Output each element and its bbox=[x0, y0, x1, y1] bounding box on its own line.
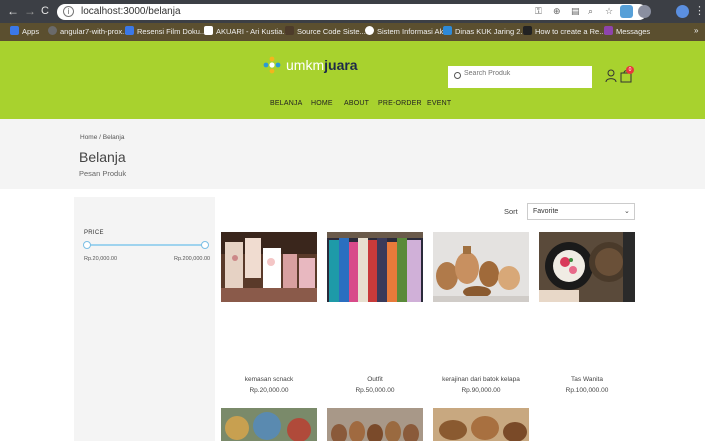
key-icon[interactable]: ⚿ bbox=[535, 6, 542, 17]
bookmark-item[interactable]: angular7-with-prox... bbox=[48, 26, 128, 36]
bookmark-item[interactable]: Dinas KUK Jaring 2... bbox=[443, 26, 527, 36]
address-bar[interactable]: i localhost:3000/belanja ⚿ ⊕ ▤ ⌕ ☆ bbox=[57, 4, 647, 20]
product-name[interactable]: kemasan scnack bbox=[211, 376, 327, 383]
nav-about[interactable]: ABOUT bbox=[344, 100, 369, 107]
site-favicon bbox=[443, 26, 452, 35]
site-favicon bbox=[48, 26, 57, 35]
sort-selected-value: Favorite bbox=[533, 208, 559, 215]
bookmark-item[interactable]: Apps bbox=[10, 26, 39, 36]
cart-count-badge: 0 bbox=[626, 66, 634, 74]
product-name[interactable]: kerajinan dari batok kelapa bbox=[423, 376, 539, 383]
price-max-value: Rp.200,000.00 bbox=[174, 256, 211, 262]
search-box[interactable] bbox=[448, 66, 592, 88]
product-card[interactable] bbox=[221, 408, 317, 441]
bookmark-label: Sistem Informasi Ak... bbox=[377, 27, 450, 36]
site-favicon bbox=[523, 26, 532, 35]
browser-toolbar: ← → C i localhost:3000/belanja ⚿ ⊕ ▤ ⌕ ☆… bbox=[0, 0, 705, 23]
page-heading: Home / Belanja Belanja Pesan Produk bbox=[0, 119, 705, 189]
browser-menu-icon[interactable]: ⋮ bbox=[694, 4, 705, 17]
bookmark-item[interactable]: Source Code Siste... bbox=[285, 26, 366, 36]
zoom-icon[interactable]: ⌕ bbox=[588, 6, 593, 17]
product-name[interactable]: Tas Wanita bbox=[529, 376, 645, 383]
product-price: Rp.90,000.00 bbox=[461, 387, 501, 394]
user-icon[interactable] bbox=[605, 69, 617, 83]
nav-pre-order[interactable]: PRE-ORDER bbox=[378, 100, 422, 107]
product-name[interactable]: Outfit bbox=[317, 376, 433, 383]
bookmark-label: AKUARI - Ari Kustia... bbox=[216, 27, 289, 36]
product-price: Rp.20,000.00 bbox=[249, 387, 289, 394]
site-favicon bbox=[125, 26, 134, 35]
price-max-handle[interactable] bbox=[201, 241, 209, 249]
bookmarks-bar: Apps angular7-with-prox... Resensi Film … bbox=[0, 23, 705, 41]
bookmark-item[interactable]: Messages bbox=[604, 26, 650, 36]
search-input[interactable] bbox=[464, 70, 584, 77]
bookmark-item[interactable]: Sistem Informasi Ak... bbox=[365, 26, 450, 36]
url-text: localhost:3000/belanja bbox=[81, 6, 181, 17]
extension-icon[interactable] bbox=[638, 5, 651, 18]
nav-event[interactable]: EVENT bbox=[427, 100, 451, 107]
site-favicon bbox=[204, 26, 213, 35]
bookmark-star-icon[interactable]: ☆ bbox=[605, 6, 613, 17]
bookmark-item[interactable]: How to create a Re... bbox=[523, 26, 605, 36]
nav-home[interactable]: HOME bbox=[311, 100, 333, 107]
product-image[interactable] bbox=[539, 232, 635, 302]
search-icon bbox=[454, 72, 461, 79]
product-image[interactable] bbox=[327, 408, 423, 441]
product-price: Rp.100,000.00 bbox=[565, 387, 609, 394]
site-header: umkmjuara 0 BELANJA HOME ABOUT PRE-ORDER… bbox=[0, 41, 705, 119]
logo-bold-text: juara bbox=[324, 57, 358, 73]
product-image[interactable] bbox=[221, 408, 317, 441]
sort-label: Sort bbox=[504, 207, 518, 216]
product-image[interactable] bbox=[433, 232, 529, 302]
product-image[interactable] bbox=[433, 408, 529, 441]
bookmark-label: angular7-with-prox... bbox=[60, 27, 129, 36]
bookmark-item[interactable]: AKUARI - Ari Kustia... bbox=[204, 26, 289, 36]
site-favicon bbox=[365, 26, 374, 35]
sort-select[interactable]: Favorite ⌄ bbox=[527, 203, 635, 220]
logo-mark-icon bbox=[263, 56, 281, 74]
bookmark-label: How to create a Re... bbox=[535, 27, 606, 36]
price-min-handle[interactable] bbox=[83, 241, 91, 249]
nav-belanja[interactable]: BELANJA bbox=[270, 100, 303, 107]
site-favicon bbox=[285, 26, 294, 35]
product-price: Rp.50,000.00 bbox=[355, 387, 395, 394]
apps-icon bbox=[10, 26, 19, 35]
logo-text: umkmjuara bbox=[286, 57, 358, 73]
product-image[interactable] bbox=[327, 232, 423, 302]
product-card[interactable] bbox=[433, 408, 529, 441]
bookmark-label: Apps bbox=[22, 27, 40, 36]
bookmark-label: Dinas KUK Jaring 2... bbox=[455, 27, 527, 36]
price-min-value: Rp.20,000.00 bbox=[84, 256, 118, 262]
bookmark-label: Messages bbox=[616, 27, 651, 36]
forward-arrow-icon[interactable]: → bbox=[24, 4, 36, 18]
breadcrumb[interactable]: Home / Belanja bbox=[80, 134, 124, 141]
filter-sidebar: PRICE Rp.20,000.00 Rp.200,000.00 bbox=[74, 197, 215, 441]
location-icon[interactable]: ⊕ bbox=[553, 6, 561, 17]
price-range-slider[interactable] bbox=[87, 244, 205, 246]
chevron-down-icon: ⌄ bbox=[624, 208, 630, 215]
product-card[interactable] bbox=[327, 408, 423, 441]
bookmark-label: Resensi Film Doku... bbox=[137, 27, 207, 36]
site-favicon bbox=[604, 26, 613, 35]
logo-light-text: umkm bbox=[286, 57, 325, 73]
bookmarks-overflow-button[interactable]: » bbox=[694, 26, 698, 35]
page-title: Belanja bbox=[79, 149, 126, 165]
info-icon[interactable]: i bbox=[63, 6, 74, 17]
profile-avatar[interactable] bbox=[676, 5, 689, 18]
reload-icon[interactable]: C bbox=[41, 4, 49, 18]
price-filter-label: PRICE bbox=[84, 230, 104, 236]
bookmark-item[interactable]: Resensi Film Doku... bbox=[125, 26, 206, 36]
extension-icon[interactable] bbox=[620, 5, 633, 18]
bookmark-label: Source Code Siste... bbox=[297, 27, 366, 36]
page-subtitle: Pesan Produk bbox=[79, 169, 127, 178]
back-arrow-icon[interactable]: ← bbox=[7, 4, 19, 18]
product-image[interactable] bbox=[221, 232, 317, 302]
translate-icon[interactable]: ▤ bbox=[571, 6, 580, 17]
